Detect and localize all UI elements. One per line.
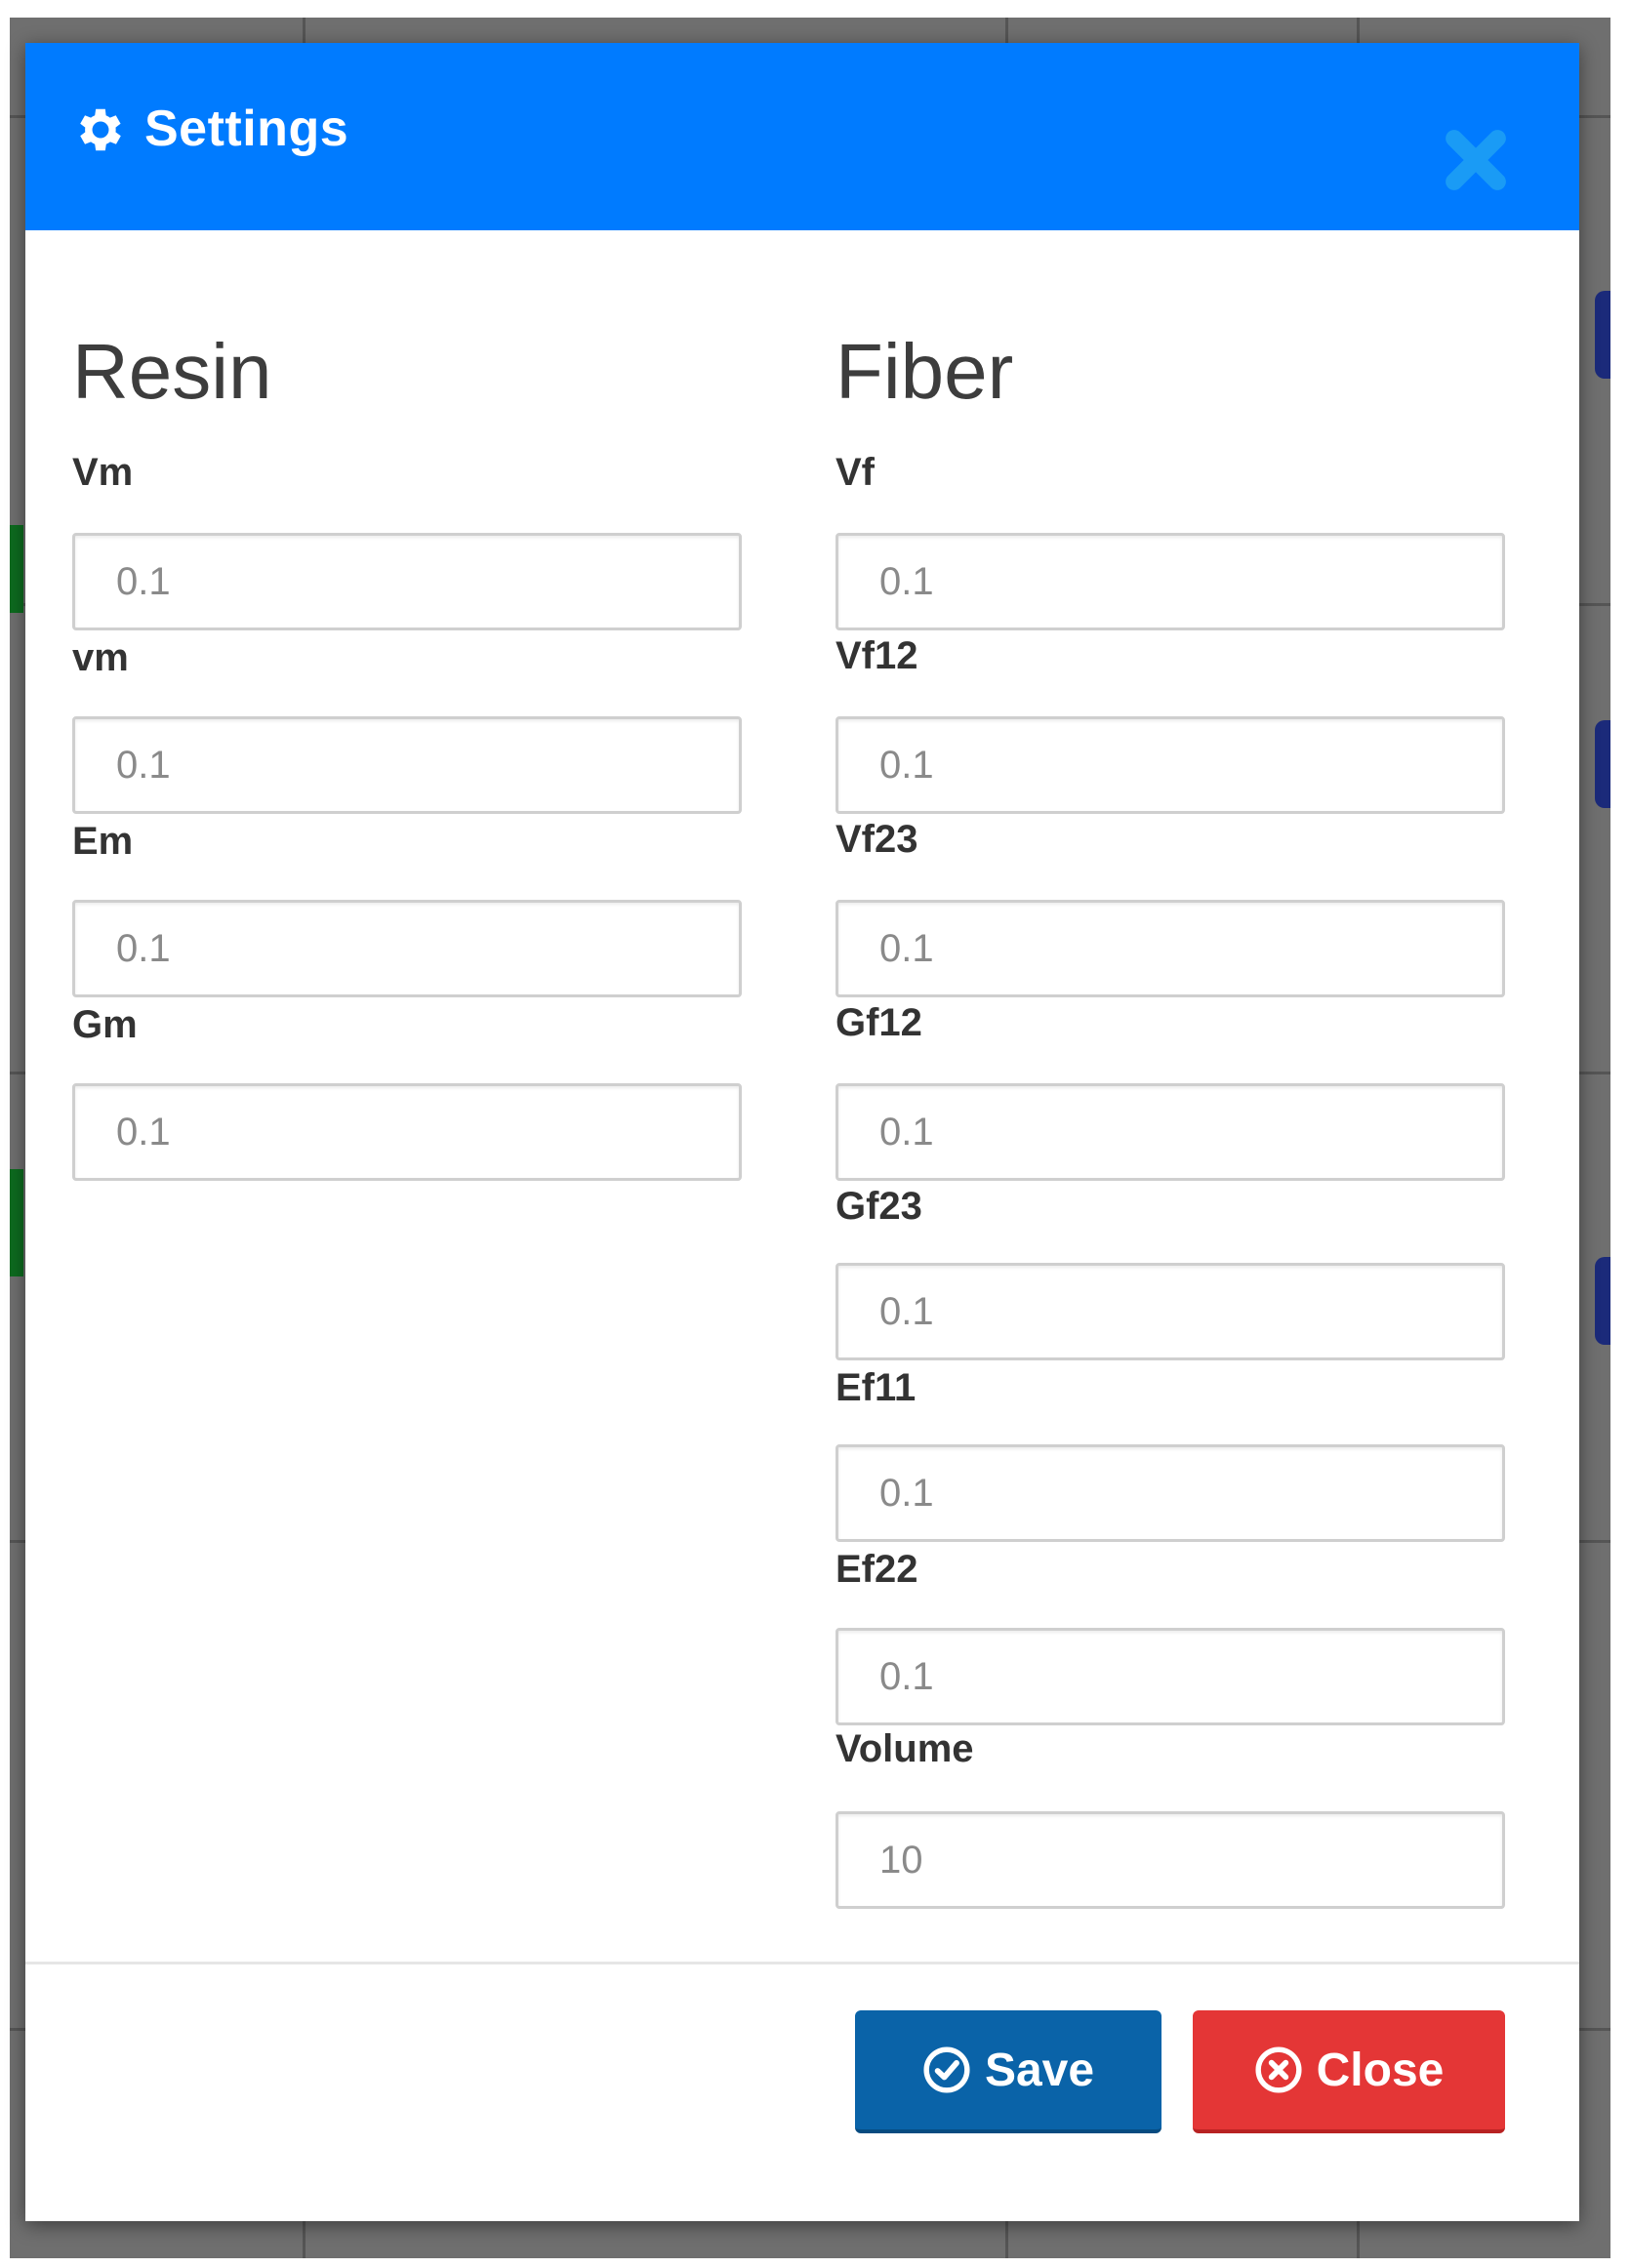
- save-button-label: Save: [984, 2044, 1095, 2096]
- background-marker: [10, 525, 23, 613]
- field-label-ef22: Ef22: [835, 1548, 918, 1591]
- resin-section-title: Resin: [72, 328, 272, 415]
- background-marker: [1595, 291, 1610, 379]
- gf23-input[interactable]: [835, 1263, 1505, 1360]
- field-label-vf: Vf: [835, 451, 875, 494]
- gear-icon: [80, 108, 121, 151]
- ef11-input[interactable]: [835, 1444, 1505, 1542]
- field-label-vf23: Vf23: [835, 818, 918, 861]
- footer-divider: [25, 1962, 1579, 1964]
- field-label-vf12: Vf12: [835, 634, 918, 677]
- vm-lower-input[interactable]: [72, 716, 742, 814]
- field-label-volume: Volume: [835, 1727, 974, 1770]
- vf23-input[interactable]: [835, 900, 1505, 997]
- field-label-vm-upper: Vm: [72, 451, 134, 494]
- modal-title: Settings: [144, 101, 349, 157]
- volume-input[interactable]: [835, 1811, 1505, 1909]
- fiber-section-title: Fiber: [835, 328, 1014, 415]
- background-marker: [1595, 1257, 1610, 1345]
- close-button[interactable]: Close: [1193, 2010, 1505, 2133]
- check-circle-icon: [923, 2046, 970, 2093]
- field-label-em: Em: [72, 820, 134, 863]
- settings-modal: Settings Resin Vm vm Em Gm Fiber Vf Vf12…: [25, 43, 1579, 2221]
- field-label-vm-lower: vm: [72, 636, 129, 679]
- times-circle-icon: [1255, 2046, 1302, 2093]
- ef22-input[interactable]: [835, 1628, 1505, 1725]
- close-button-label: Close: [1316, 2044, 1445, 2096]
- save-button[interactable]: Save: [855, 2010, 1161, 2133]
- modal-header: Settings: [25, 43, 1579, 230]
- vf12-input[interactable]: [835, 716, 1505, 814]
- field-label-ef11: Ef11: [835, 1366, 917, 1409]
- close-icon[interactable]: [1439, 123, 1513, 197]
- gm-input[interactable]: [72, 1083, 742, 1181]
- background-marker: [10, 1169, 23, 1276]
- field-label-gm: Gm: [72, 1003, 138, 1046]
- vf-input[interactable]: [835, 533, 1505, 630]
- vm-upper-input[interactable]: [72, 533, 742, 630]
- field-label-gf23: Gf23: [835, 1185, 922, 1228]
- background-marker: [1595, 720, 1610, 808]
- em-input[interactable]: [72, 900, 742, 997]
- gf12-input[interactable]: [835, 1083, 1505, 1181]
- field-label-gf12: Gf12: [835, 1001, 922, 1044]
